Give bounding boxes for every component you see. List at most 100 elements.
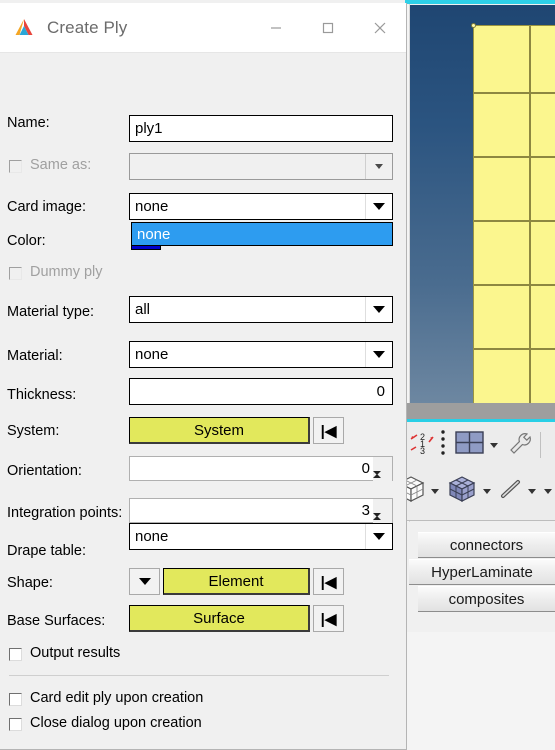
output-results-label: Output results	[30, 645, 121, 661]
material-type-combo[interactable]: all	[129, 296, 393, 323]
create-ply-dialog: Create Ply Name: ply1 Same as: Card imag…	[0, 3, 407, 750]
integration-points-input[interactable]: 3	[129, 498, 393, 534]
row-dummy-ply: Dummy ply	[0, 264, 406, 284]
application-toolbar: 2 1 3	[397, 422, 555, 521]
orientation-label: Orientation:	[7, 463, 82, 479]
system-reverse-button[interactable]: |◀	[313, 417, 344, 444]
shape-select-button[interactable]: Element	[163, 568, 310, 595]
viewport-top-accent-line	[405, 0, 555, 4]
dialog-title-bar[interactable]: Create Ply	[0, 3, 406, 53]
integration-points-stepper[interactable]	[373, 499, 392, 534]
chevron-down-icon[interactable]	[528, 488, 536, 494]
solid-cube-icon[interactable]	[446, 474, 478, 509]
maximize-icon[interactable]	[302, 3, 354, 52]
same-as-checkbox[interactable]	[9, 160, 22, 173]
window-controls	[250, 3, 406, 52]
base-surfaces-select-button[interactable]: Surface	[129, 605, 310, 632]
same-as-label: Same as:	[30, 157, 92, 173]
card-image-dropdown-list[interactable]: none	[131, 222, 393, 246]
material-label: Material:	[7, 348, 63, 364]
panel-button-composites[interactable]: composites	[418, 586, 555, 612]
form-divider	[9, 675, 389, 676]
dropdown-option-label: none	[137, 225, 171, 243]
system-label: System:	[7, 423, 60, 439]
mesh-plate	[473, 25, 555, 403]
name-input[interactable]: ply1	[129, 115, 393, 142]
dropdown-option-none[interactable]: none	[132, 223, 392, 245]
minimize-icon[interactable]	[250, 3, 302, 52]
orientation-stepper[interactable]	[373, 457, 392, 492]
chevron-down-icon[interactable]	[490, 442, 498, 448]
svg-text:3: 3	[420, 446, 425, 456]
system-select-button[interactable]: System	[129, 417, 310, 444]
name-label: Name:	[7, 115, 50, 131]
base-surfaces-label: Base Surfaces:	[7, 613, 106, 629]
panel-button-list: connectors HyperLaminate composites	[405, 522, 555, 632]
chevron-down-icon[interactable]	[483, 488, 491, 494]
reverse-glyph-icon: |◀	[320, 573, 337, 591]
drape-table-combo[interactable]: none	[129, 523, 393, 550]
same-as-combo[interactable]	[129, 153, 393, 180]
chevron-down-icon[interactable]	[544, 488, 552, 494]
thickness-value: 0	[376, 383, 385, 400]
panel-button-connectors[interactable]: connectors	[418, 532, 555, 558]
panel-button-label: composites	[448, 590, 525, 608]
material-type-label: Material type:	[7, 304, 95, 320]
chevron-down-icon[interactable]	[365, 154, 392, 179]
shape-button-label: Element	[208, 572, 264, 590]
shape-dropdown-button[interactable]	[129, 568, 160, 595]
drape-table-label: Drape table:	[7, 543, 86, 559]
shape-label: Shape:	[7, 575, 53, 591]
chevron-down-icon[interactable]	[365, 342, 392, 367]
altair-triangle-logo	[12, 16, 36, 40]
wrench-icon[interactable]	[507, 431, 533, 460]
system-button-label: System	[193, 421, 244, 439]
line-element-icon[interactable]	[499, 477, 523, 506]
material-type-value: all	[135, 301, 151, 318]
screenshot-root: 2 1 3 connectors HyperLaminate composite…	[0, 0, 555, 750]
name-value: ply1	[135, 120, 163, 137]
chevron-down-icon[interactable]	[365, 524, 392, 549]
close-dialog-label: Close dialog upon creation	[30, 715, 202, 731]
thickness-label: Thickness:	[7, 387, 77, 403]
thickness-input[interactable]: 0	[129, 378, 393, 405]
card-image-combo[interactable]: none	[129, 193, 393, 220]
close-dialog-checkbox[interactable]	[9, 718, 22, 731]
material-value: none	[135, 346, 169, 363]
card-edit-ply-label: Card edit ply upon creation	[30, 690, 204, 706]
drape-table-value: none	[135, 528, 169, 545]
row-close-dialog: Close dialog upon creation	[0, 715, 406, 735]
dots-column-icon	[439, 428, 447, 463]
reverse-glyph-icon: |◀	[320, 610, 337, 628]
toolbar-separator	[540, 432, 541, 458]
stepper-down-icon[interactable]	[373, 471, 392, 493]
dummy-ply-label: Dummy ply	[30, 264, 103, 280]
base-surfaces-button-label: Surface	[193, 609, 245, 627]
axis-numbering-icon[interactable]: 2 1 3	[409, 430, 435, 461]
shape-reverse-button[interactable]: |◀	[313, 568, 344, 595]
background-lower-area	[405, 632, 555, 750]
3d-viewport[interactable]	[410, 5, 555, 403]
chevron-down-icon[interactable]	[365, 194, 392, 219]
surface-mesh-icon[interactable]	[455, 430, 485, 461]
panel-button-label: connectors	[449, 536, 524, 554]
color-label: Color:	[7, 233, 46, 249]
row-output-results: Output results	[0, 645, 406, 665]
panel-button-label: HyperLaminate	[431, 563, 533, 581]
dummy-ply-checkbox[interactable]	[9, 267, 22, 280]
mesh-corner-node	[471, 23, 476, 28]
orientation-input[interactable]: 0	[129, 456, 393, 492]
output-results-checkbox[interactable]	[9, 648, 22, 661]
card-image-value: none	[135, 198, 169, 215]
row-card-edit-ply: Card edit ply upon creation	[0, 690, 406, 710]
material-combo[interactable]: none	[129, 341, 393, 368]
card-edit-ply-checkbox[interactable]	[9, 693, 22, 706]
reverse-glyph-icon: |◀	[320, 422, 337, 440]
base-surfaces-reverse-button[interactable]: |◀	[313, 605, 344, 632]
close-icon[interactable]	[354, 3, 406, 52]
dialog-title: Create Ply	[47, 17, 128, 37]
panel-button-hyperlaminate[interactable]: HyperLaminate	[409, 559, 555, 585]
chevron-down-icon[interactable]	[431, 488, 439, 494]
integration-points-label: Integration points:	[7, 505, 123, 521]
chevron-down-icon[interactable]	[365, 297, 392, 322]
